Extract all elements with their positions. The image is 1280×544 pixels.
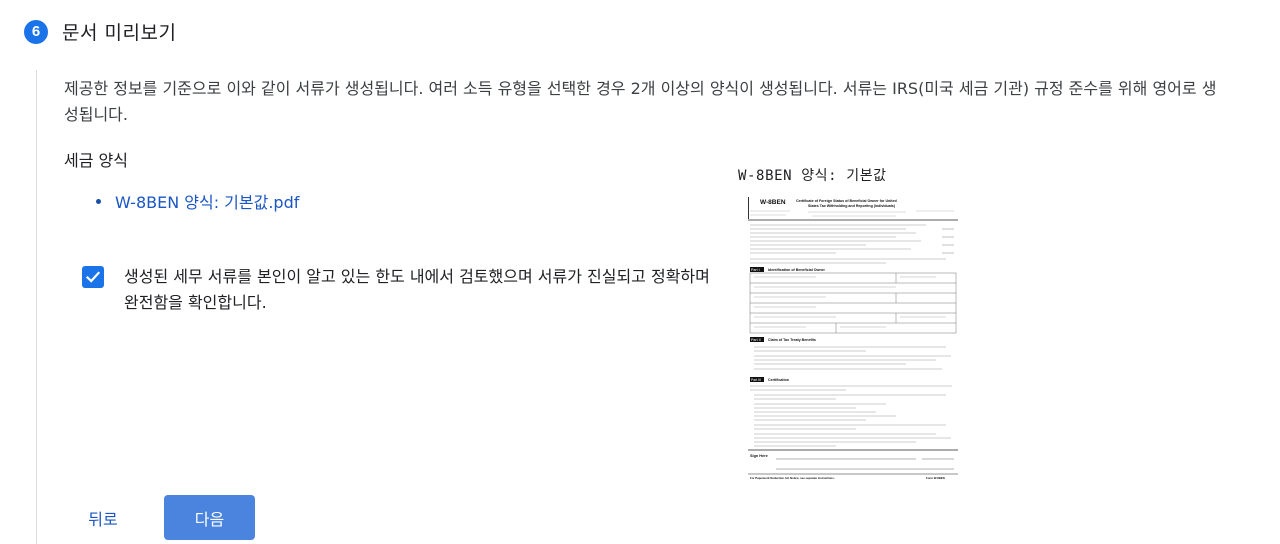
tax-forms-list: W-8BEN 양식: 기본값.pdf (96, 189, 299, 213)
preview-part1-title: Identification of Beneficial Owner (768, 268, 826, 272)
tax-forms-label: 세금 양식 (64, 151, 128, 170)
preview-title: W-8BEN 양식: 기본값 (738, 168, 887, 184)
step-title: 문서 미리보기 (62, 22, 177, 44)
form-download-link[interactable]: W-8BEN 양식: 기본값.pdf (115, 189, 299, 213)
preview-part3: Part III (751, 378, 761, 382)
confirmation-checkbox[interactable] (82, 266, 104, 288)
preview-sign-here: Sign Here (750, 454, 768, 458)
step-number-badge: 6 (24, 19, 48, 44)
step-rail (36, 70, 37, 544)
checkmark-icon (85, 271, 101, 283)
list-item: W-8BEN 양식: 기본값.pdf (96, 189, 299, 213)
next-button[interactable]: 다음 (164, 495, 255, 540)
step-header: 6 문서 미리보기 (24, 18, 176, 45)
description-line-1: 제공한 정보를 기준으로 이와 같이 서류가 생성됩니다. 여러 소득 유형을 … (64, 79, 1217, 98)
preview-footer-left: For Paperwork Reduction Act Notice, see … (750, 476, 835, 480)
preview-part2-title: Claim of Tax Treaty Benefits (768, 338, 816, 342)
preview-footer-right: Form W-8BEN (926, 476, 945, 480)
preview-heading-1: Certificate of Foreign Status of Benefic… (796, 199, 897, 203)
document-preview[interactable]: W-8BEN Certificate of Foreign Status of … (746, 193, 960, 483)
bullet-icon (96, 198, 101, 204)
confirmation-text: 생성된 세무 서류를 본인이 알고 있는 한도 내에서 검토했으며 서류가 진실… (124, 267, 710, 312)
form-thumbnail: W-8BEN Certificate of Foreign Status of … (748, 197, 958, 480)
preview-part2: Part II (751, 338, 761, 342)
preview-form-id: W-8BEN (760, 199, 786, 206)
back-button[interactable]: 뒤로 (74, 500, 132, 536)
description-text: 제공한 정보를 기준으로 이와 같이 서류가 생성됩니다. 여러 소득 유형을 … (64, 76, 1264, 128)
preview-heading-2: States Tax Withholding and Reporting (In… (808, 204, 896, 208)
description-line-2: 성됩니다. (64, 105, 128, 124)
preview-part1: Part I (751, 268, 760, 272)
confirmation-row: 생성된 세무 서류를 본인이 알고 있는 한도 내에서 검토했으며 서류가 진실… (82, 264, 724, 316)
preview-part3-title: Certification (768, 378, 789, 382)
